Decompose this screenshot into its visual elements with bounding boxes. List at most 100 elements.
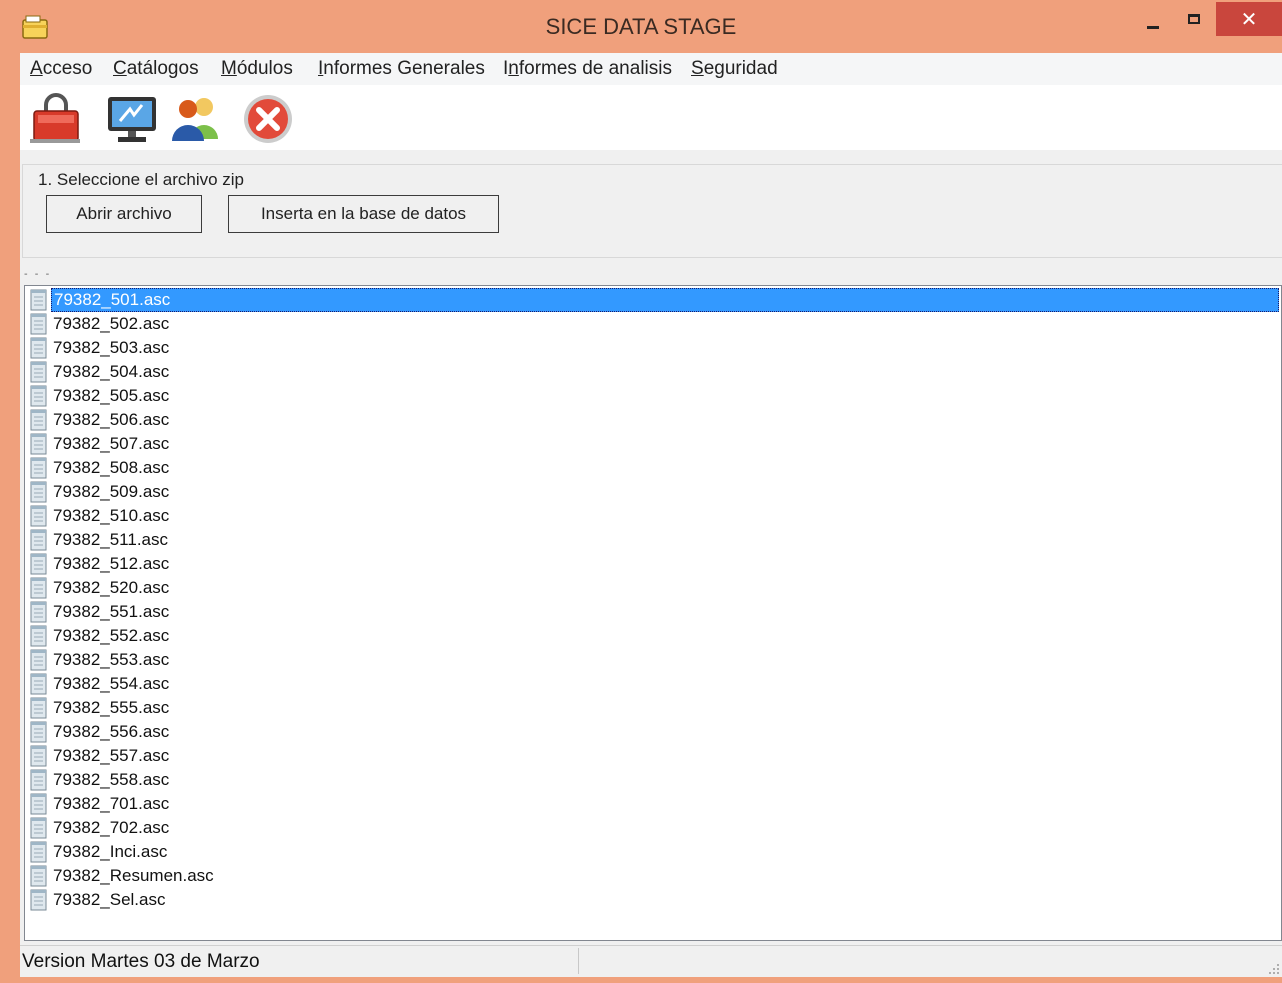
menu-informes-generales[interactable]: Informes Generales	[318, 58, 485, 80]
document-icon	[29, 601, 49, 623]
file-list-item[interactable]: 79382_Sel.asc	[27, 888, 1279, 912]
file-name: 79382_508.asc	[53, 458, 170, 477]
file-name: 79382_504.asc	[53, 362, 170, 381]
file-name: 79382_Inci.asc	[53, 842, 168, 861]
file-name: 79382_558.asc	[53, 770, 170, 789]
document-icon	[29, 697, 49, 719]
monitor-icon[interactable]	[104, 93, 160, 145]
document-icon	[29, 481, 49, 503]
file-name: 79382_Sel.asc	[53, 890, 166, 909]
open-file-button[interactable]: Abrir archivo	[46, 195, 202, 233]
file-list[interactable]: 79382_501.asc 79382_502.asc 79382_503.asc 7…	[24, 285, 1282, 941]
document-icon	[29, 433, 49, 455]
users-icon[interactable]	[168, 93, 224, 145]
document-icon	[29, 289, 49, 311]
file-list-item[interactable]: 79382_504.asc	[27, 360, 1279, 384]
group-legend: 1. Seleccione el archivo zip	[35, 170, 248, 190]
file-list-item[interactable]: 79382_509.asc	[27, 480, 1279, 504]
document-icon	[29, 649, 49, 671]
menu-bar: Acceso Catálogos Módulos Informes Genera…	[20, 53, 1282, 85]
file-list-item[interactable]: 79382_557.asc	[27, 744, 1279, 768]
file-list-item[interactable]: 79382_Inci.asc	[27, 840, 1279, 864]
document-icon	[29, 385, 49, 407]
menu-catalogos[interactable]: Catálogos	[113, 58, 199, 80]
file-list-item[interactable]: 79382_558.asc	[27, 768, 1279, 792]
file-list-item[interactable]: 79382_551.asc	[27, 600, 1279, 624]
file-list-item[interactable]: 79382_508.asc	[27, 456, 1279, 480]
file-list-item[interactable]: 79382_502.asc	[27, 312, 1279, 336]
document-icon	[29, 841, 49, 863]
file-name: 79382_701.asc	[53, 794, 170, 813]
file-list-item[interactable]: 79382_552.asc	[27, 624, 1279, 648]
zip-file-group: 1. Seleccione el archivo zip Abrir archi…	[22, 164, 1282, 258]
insert-database-button[interactable]: Inserta en la base de datos	[228, 195, 499, 233]
file-list-item[interactable]: 79382_511.asc	[27, 528, 1279, 552]
file-list-item[interactable]: 79382_702.asc	[27, 816, 1279, 840]
document-icon	[29, 553, 49, 575]
close-circle-icon[interactable]	[240, 93, 296, 145]
file-name: 79382_503.asc	[53, 338, 170, 357]
app-window: SICE DATA STAGE ✕ Acceso Catálogos Módul…	[0, 0, 1282, 983]
minimize-button[interactable]	[1136, 4, 1176, 36]
document-icon	[29, 337, 49, 359]
file-name: 79382_509.asc	[53, 482, 170, 501]
menu-seguridad[interactable]: Seguridad	[691, 58, 778, 80]
file-name: 79382_510.asc	[53, 506, 170, 525]
file-name: 79382_553.asc	[53, 650, 170, 669]
file-list-item[interactable]: 79382_556.asc	[27, 720, 1279, 744]
document-icon	[29, 409, 49, 431]
resize-grip-icon[interactable]	[1268, 963, 1280, 975]
title-bar[interactable]: SICE DATA STAGE ✕	[0, 0, 1282, 52]
document-icon	[29, 457, 49, 479]
file-name: 79382_551.asc	[53, 602, 170, 621]
file-list-item[interactable]: 79382_507.asc	[27, 432, 1279, 456]
document-icon	[29, 673, 49, 695]
window-title: SICE DATA STAGE	[545, 14, 737, 39]
status-bar: Version Martes 03 de Marzo	[20, 945, 1282, 977]
status-divider	[578, 948, 579, 974]
status-text: Version Martes 03 de Marzo	[22, 951, 260, 972]
file-list-item[interactable]: 79382_512.asc	[27, 552, 1279, 576]
file-name: 79382_520.asc	[53, 578, 170, 597]
file-name: 79382_512.asc	[53, 554, 170, 573]
file-name: 79382_555.asc	[53, 698, 170, 717]
document-icon	[29, 865, 49, 887]
file-name: 79382_502.asc	[53, 314, 170, 333]
file-list-item[interactable]: 79382_506.asc	[27, 408, 1279, 432]
maximize-button[interactable]	[1178, 4, 1214, 36]
menu-modulos[interactable]: Módulos	[221, 58, 293, 80]
document-icon	[29, 769, 49, 791]
file-list-item[interactable]: 79382_503.asc	[27, 336, 1279, 360]
file-name: 79382_702.asc	[53, 818, 170, 837]
file-name: 79382_556.asc	[53, 722, 170, 741]
file-list-item[interactable]: 79382_505.asc	[27, 384, 1279, 408]
file-list-item[interactable]: 79382_553.asc	[27, 648, 1279, 672]
document-icon	[29, 889, 49, 911]
close-icon: ✕	[1240, 7, 1258, 31]
separator-dots: - - -	[24, 269, 52, 280]
menu-informes-analisis[interactable]: Informes de analisis	[503, 58, 672, 80]
file-list-item[interactable]: 79382_701.asc	[27, 792, 1279, 816]
file-name: 79382_501.asc	[51, 288, 1279, 312]
document-icon	[29, 577, 49, 599]
file-list-item[interactable]: 79382_555.asc	[27, 696, 1279, 720]
lock-icon[interactable]	[28, 93, 84, 145]
file-list-item[interactable]: 79382_510.asc	[27, 504, 1279, 528]
file-name: 79382_505.asc	[53, 386, 170, 405]
file-list-item[interactable]: 79382_520.asc	[27, 576, 1279, 600]
main-content: 1. Seleccione el archivo zip Abrir archi…	[20, 150, 1282, 945]
close-button[interactable]: ✕	[1216, 2, 1282, 36]
file-list-item[interactable]: 79382_554.asc	[27, 672, 1279, 696]
window-border	[0, 53, 20, 983]
file-name: 79382_552.asc	[53, 626, 170, 645]
document-icon	[29, 817, 49, 839]
file-list-item[interactable]: 79382_Resumen.asc	[27, 864, 1279, 888]
file-name: 79382_554.asc	[53, 674, 170, 693]
document-icon	[29, 721, 49, 743]
menu-acceso[interactable]: Acceso	[30, 58, 92, 80]
document-icon	[29, 793, 49, 815]
file-name: 79382_557.asc	[53, 746, 170, 765]
document-icon	[29, 745, 49, 767]
document-icon	[29, 361, 49, 383]
file-list-item[interactable]: 79382_501.asc	[27, 288, 1279, 312]
